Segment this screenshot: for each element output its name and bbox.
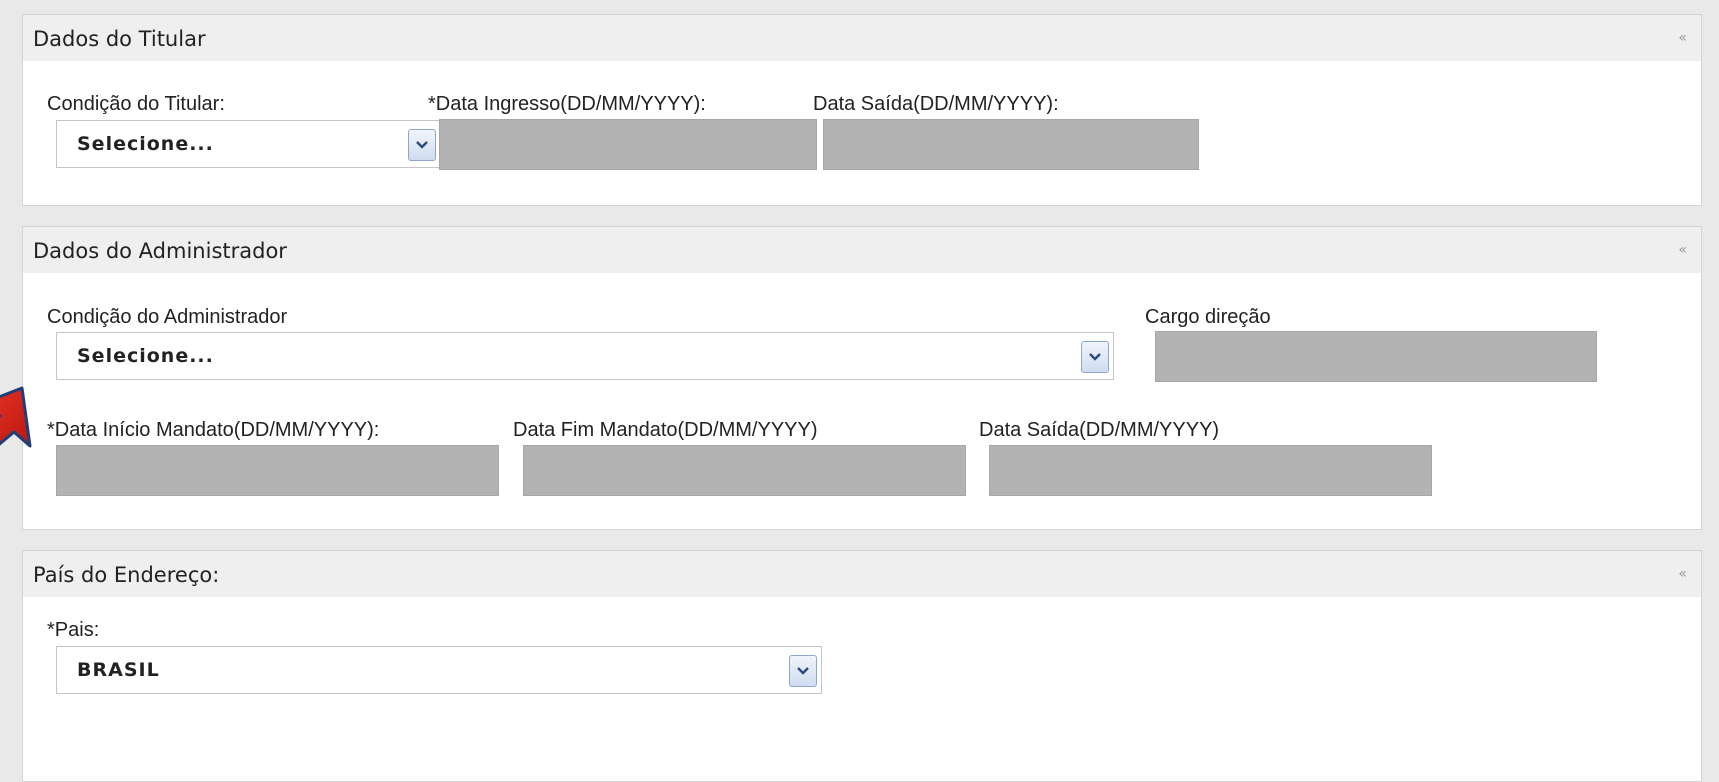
panel-title: Dados do Titular [33,27,206,51]
select-value: Selecione... [77,345,214,367]
data-fim-mandato-label: Data Fim Mandato(DD/MM/YYYY) [513,419,818,441]
select-value: Selecione... [77,133,214,155]
condicao-administrador-select[interactable]: Selecione... [56,332,1114,380]
chevron-down-icon[interactable] [408,129,436,161]
panel-header: Dados do Titular « [23,15,1701,61]
condicao-titular-label: Condição do Titular: [47,93,225,115]
select-value: BRASIL [77,659,160,681]
data-saida-label: Data Saída(DD/MM/YYYY): [813,93,1059,115]
condicao-titular-select[interactable]: Selecione... [56,120,441,168]
titular-panel: Dados do Titular « Condição do Titular: … [22,14,1702,206]
data-saida-label: Data Saída(DD/MM/YYYY) [979,419,1220,441]
data-inicio-mandato-label: *Data Início Mandato(DD/MM/YYYY): [47,419,380,441]
data-saida-field[interactable] [989,445,1432,496]
data-saida-field[interactable] [823,119,1199,170]
panel-title: Dados do Administrador [33,239,287,263]
collapse-icon[interactable]: « [1678,242,1687,258]
data-ingresso-label: *Data Ingresso(DD/MM/YYYY): [428,93,706,115]
cargo-direcao-label: Cargo direção [1145,306,1271,328]
cargo-direcao-field[interactable] [1155,331,1597,382]
collapse-icon[interactable]: « [1678,566,1687,582]
panel-title: País do Endereço: [33,563,220,587]
pais-label: *Pais: [47,619,100,641]
endereco-panel: País do Endereço: « *Pais: BRASIL [22,550,1702,782]
chevron-down-icon[interactable] [1081,341,1109,373]
administrador-panel: Dados do Administrador « Condição do Adm… [22,226,1702,530]
data-fim-mandato-field[interactable] [523,445,966,496]
collapse-icon[interactable]: « [1678,30,1687,46]
pais-select[interactable]: BRASIL [56,646,822,694]
chevron-down-icon[interactable] [789,655,817,687]
panel-header: País do Endereço: « [23,551,1701,597]
red-arrow-icon [0,386,32,448]
data-inicio-mandato-field[interactable] [56,445,499,496]
panel-header: Dados do Administrador « [23,227,1701,273]
data-ingresso-field[interactable] [439,119,817,170]
condicao-administrador-label: Condição do Administrador [47,306,288,328]
